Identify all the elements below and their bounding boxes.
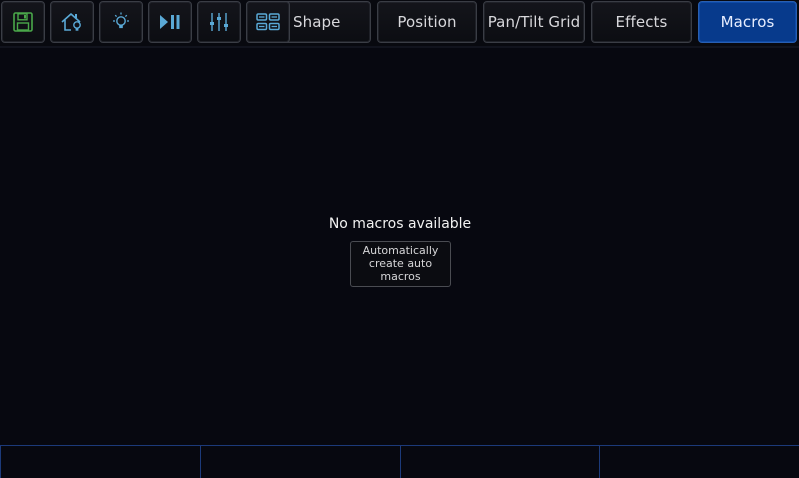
tab-effects[interactable]: Effects [591, 1, 692, 43]
toolbar-divider [0, 46, 799, 48]
tab-macros[interactable]: Macros [698, 1, 797, 43]
faders-button[interactable] [197, 1, 241, 43]
grid-button[interactable] [246, 1, 290, 43]
play-pause-icon [157, 12, 183, 32]
tab-pan-tilt-grid[interactable]: Pan/Tilt Grid [483, 1, 585, 43]
play-pause-button[interactable] [148, 1, 192, 43]
home-light-icon [59, 10, 85, 34]
empty-state-message: No macros available [328, 216, 472, 232]
bottom-bar [0, 445, 799, 478]
tab-effects-label: Effects [615, 13, 668, 31]
bottom-slot-1[interactable] [0, 446, 200, 478]
tab-pan-tilt-grid-label: Pan/Tilt Grid [487, 13, 581, 31]
bottom-slot-3[interactable] [399, 446, 600, 478]
toolbar: Shape Position Pan/Tilt Grid Effects Mac… [0, 0, 799, 46]
faders-icon [207, 10, 231, 34]
bottom-slot-4[interactable] [599, 446, 799, 478]
home-light-button[interactable] [50, 1, 94, 43]
bulb-icon [109, 10, 133, 34]
app-window: Shape Position Pan/Tilt Grid Effects Mac… [0, 0, 799, 478]
light-button[interactable] [99, 1, 143, 43]
tab-macros-label: Macros [720, 13, 775, 31]
tab-position-label: Position [397, 13, 457, 31]
save-button[interactable] [1, 1, 45, 43]
save-icon [12, 11, 34, 33]
grid-icon [255, 11, 281, 33]
tab-shape-label: Shape [293, 13, 341, 31]
bottom-slot-2[interactable] [199, 446, 400, 478]
auto-create-macros-button[interactable]: Automatically create auto macros [350, 241, 451, 287]
tab-position[interactable]: Position [377, 1, 477, 43]
